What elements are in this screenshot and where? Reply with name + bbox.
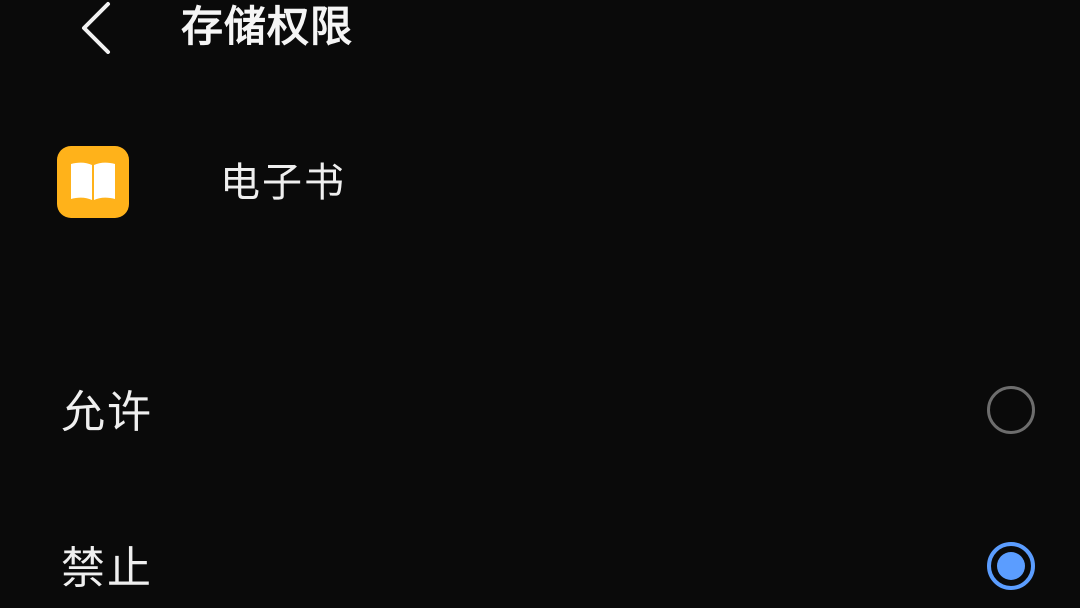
app-name: 电子书: [220, 160, 346, 206]
option-deny[interactable]: 禁止: [0, 522, 1080, 608]
header: 存储权限: [0, 0, 1080, 56]
storage-permission-screen: 存储权限 电子书 允许 禁止: [0, 0, 1080, 608]
radio-selected-dot: [997, 552, 1025, 580]
radio-deny[interactable]: [987, 542, 1035, 590]
option-label: 禁止: [61, 543, 153, 594]
option-allow[interactable]: 允许: [0, 366, 1080, 456]
radio-allow[interactable]: [987, 386, 1035, 434]
back-button[interactable]: [70, 0, 126, 54]
app-info-row: 电子书: [0, 140, 1080, 224]
page-title: 存储权限: [181, 2, 354, 51]
option-label: 允许: [61, 387, 153, 438]
book-icon: [57, 146, 129, 218]
chevron-left-icon: [82, 2, 110, 54]
